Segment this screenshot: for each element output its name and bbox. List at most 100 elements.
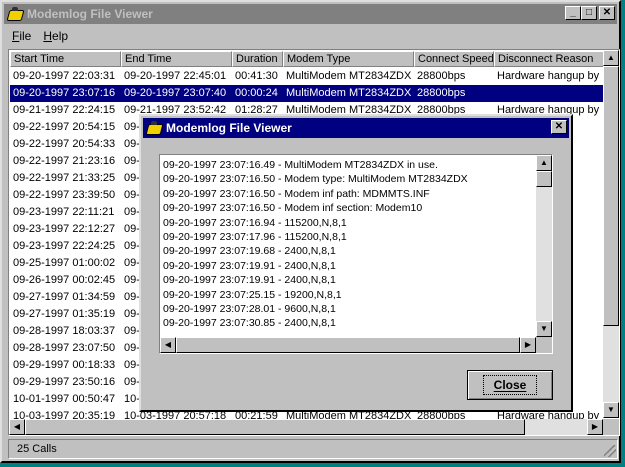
scroll-thumb[interactable]: [603, 66, 619, 326]
window-title: Modemlog File Viewer: [27, 7, 153, 21]
arrow-right-icon: ▶: [591, 422, 599, 431]
modem-icon: [7, 7, 23, 21]
arrow-up-icon: ▲: [540, 158, 548, 167]
table-cell: 09-28-1997 18:03:37: [13, 325, 116, 337]
table-cell: 09-28-1997 23:07:50: [13, 342, 116, 354]
table-cell: 28800bps: [417, 70, 466, 82]
column-header-start-time[interactable]: Start Time: [10, 51, 121, 67]
close-dialog-button[interactable]: Close: [467, 370, 553, 400]
log-line: 09-20-1997 23:07:17.96 - 115200,N,8,1: [163, 231, 347, 244]
log-line: 09-20-1997 23:07:28.01 - 9600,N,8,1: [163, 303, 336, 316]
log-line: 09-20-1997 23:07:19.68 - 2400,N,8,1: [163, 245, 336, 258]
column-header-duration[interactable]: Duration: [232, 51, 283, 67]
log-horizontal-scrollbar[interactable]: ◀ ▶: [160, 337, 536, 353]
list-horizontal-scrollbar[interactable]: ◀ ▶: [9, 419, 603, 435]
log-line: 09-20-1997 23:07:16.50 - Modem inf secti…: [163, 202, 423, 215]
scroll-up-button[interactable]: ▲: [603, 50, 619, 66]
log-dialog: Modemlog File Viewer ✕ 09-20-1997 23:07:…: [139, 114, 573, 412]
log-vertical-scrollbar[interactable]: ▲ ▼: [536, 155, 552, 337]
table-cell: 09-22-1997 20:54:33: [13, 138, 116, 150]
log-line: 09-20-1997 23:07:16.94 - 115200,N,8,1: [163, 216, 347, 229]
menu-file[interactable]: File: [6, 29, 37, 43]
arrow-up-icon: ▲: [607, 53, 615, 62]
table-cell: 28800bps: [414, 85, 494, 102]
arrow-down-icon: ▼: [607, 405, 615, 414]
list-vertical-scrollbar[interactable]: ▲ ▼: [603, 50, 619, 418]
log-lines: 09-20-1997 23:07:16.49 - MultiModem MT28…: [163, 158, 468, 331]
table-cell: 09-22-1997 23:39:50: [13, 189, 116, 201]
close-icon: ✕: [554, 121, 564, 132]
scroll-down-button[interactable]: ▼: [603, 402, 619, 418]
arrow-right-icon: ▶: [524, 340, 532, 349]
column-header-end-time[interactable]: End Time: [121, 51, 232, 67]
log-scroll-corner: [536, 337, 552, 353]
dialog-title: Modemlog File Viewer: [166, 121, 292, 135]
scroll-left-button[interactable]: ◀: [9, 419, 25, 435]
table-cell: 09-22-1997 21:23:16: [13, 155, 116, 167]
log-line: 09-20-1997 23:07:19.91 - 2400,N,8,1: [163, 274, 336, 287]
table-cell: 09-23-1997 22:11:21: [13, 206, 115, 218]
table-cell: MultiModem MT2834ZDX: [283, 85, 414, 102]
table-cell: 09-21-1997 22:24:15: [13, 104, 116, 116]
menu-help[interactable]: Help: [37, 29, 74, 43]
log-scroll-down-button[interactable]: ▼: [536, 321, 552, 337]
list-header: Start Time End Time Duration Modem Type …: [10, 51, 604, 67]
close-icon: ✕: [602, 7, 612, 18]
table-cell: 09-26-1997 00:02:45: [13, 274, 116, 286]
close-button-label: Close: [482, 375, 538, 395]
table-row[interactable]: 09-20-1997 23:07:16 09-20-1997 23:07:40 00…: [10, 85, 604, 102]
minimize-icon: _: [570, 7, 576, 18]
table-cell: 10-01-1997 00:50:47: [13, 393, 116, 405]
hscroll-thumb[interactable]: [25, 419, 525, 435]
table-cell: Hardware hangup by: [497, 70, 600, 82]
column-header-modem-type[interactable]: Modem Type: [283, 51, 414, 67]
log-hscroll-thumb[interactable]: [176, 337, 520, 353]
table-row[interactable]: 09-20-1997 22:03:31 09-20-1997 22:45:01 00…: [10, 68, 604, 85]
table-cell: 09-20-1997 23:07:40: [121, 85, 232, 102]
log-line: 09-20-1997 23:07:16.50 - Modem type: Mul…: [163, 173, 468, 186]
table-cell: 09-23-1997 22:12:27: [13, 223, 116, 235]
table-cell: 09-29-1997 23:50:16: [13, 376, 116, 388]
maximize-icon: □: [585, 7, 593, 18]
status-text: 25 Calls: [17, 443, 57, 455]
table-cell: 09-27-1997 01:35:19: [13, 308, 116, 320]
table-cell: 09-25-1997 01:00:02: [13, 257, 116, 269]
scroll-right-button[interactable]: ▶: [587, 419, 603, 435]
arrow-left-icon: ◀: [13, 422, 21, 431]
table-cell: 09-23-1997 22:24:25: [13, 240, 116, 252]
table-cell: 09-27-1997 01:34:59: [13, 291, 116, 303]
main-titlebar[interactable]: Modemlog File Viewer _ □ ✕: [4, 4, 617, 24]
table-cell: 00:00:24: [232, 85, 283, 102]
log-line: 09-20-1997 23:07:16.49 - MultiModem MT28…: [163, 159, 438, 171]
log-text-box[interactable]: 09-20-1997 23:07:16.49 - MultiModem MT28…: [159, 154, 553, 354]
log-scroll-thumb[interactable]: [536, 171, 552, 187]
table-cell: 09-22-1997 20:54:15: [13, 121, 116, 133]
resize-grip-icon[interactable]: [604, 445, 616, 457]
column-header-connect-speed[interactable]: Connect Speed: [414, 51, 494, 67]
table-cell: 09-20-1997 23:07:16: [10, 85, 121, 102]
log-line: 09-20-1997 23:07:30.85 - 2400,N,8,1: [163, 317, 336, 330]
table-cell: [494, 85, 604, 102]
scroll-corner: [603, 419, 619, 435]
table-cell: 09-22-1997 21:33:25: [13, 172, 116, 184]
log-line: 09-20-1997 23:07:19.91 - 2400,N,8,1: [163, 259, 336, 272]
arrow-left-icon: ◀: [164, 340, 172, 349]
log-scroll-left-button[interactable]: ◀: [160, 337, 176, 353]
status-bar: 25 Calls: [8, 439, 618, 459]
table-cell: 09-29-1997 00:18:33: [13, 359, 116, 371]
dialog-titlebar[interactable]: Modemlog File Viewer ✕: [143, 118, 569, 138]
arrow-down-icon: ▼: [540, 324, 548, 333]
log-scroll-up-button[interactable]: ▲: [536, 155, 552, 171]
menu-bar: File Help: [6, 27, 74, 45]
close-button[interactable]: ✕: [599, 6, 615, 20]
table-cell: 09-20-1997 22:45:01: [124, 70, 227, 82]
log-scroll-right-button[interactable]: ▶: [520, 337, 536, 353]
minimize-button[interactable]: _: [565, 6, 581, 20]
maximize-button[interactable]: □: [581, 6, 597, 20]
dialog-close-x-button[interactable]: ✕: [551, 120, 567, 134]
table-cell: MultiModem MT2834ZDX: [286, 70, 412, 82]
column-header-disconnect-reason[interactable]: Disconnect Reason: [494, 51, 604, 67]
table-cell: 09-20-1997 22:03:31: [13, 70, 116, 82]
dialog-modem-icon: [146, 121, 162, 135]
log-line: 09-20-1997 23:07:25.15 - 19200,N,8,1: [163, 288, 342, 301]
